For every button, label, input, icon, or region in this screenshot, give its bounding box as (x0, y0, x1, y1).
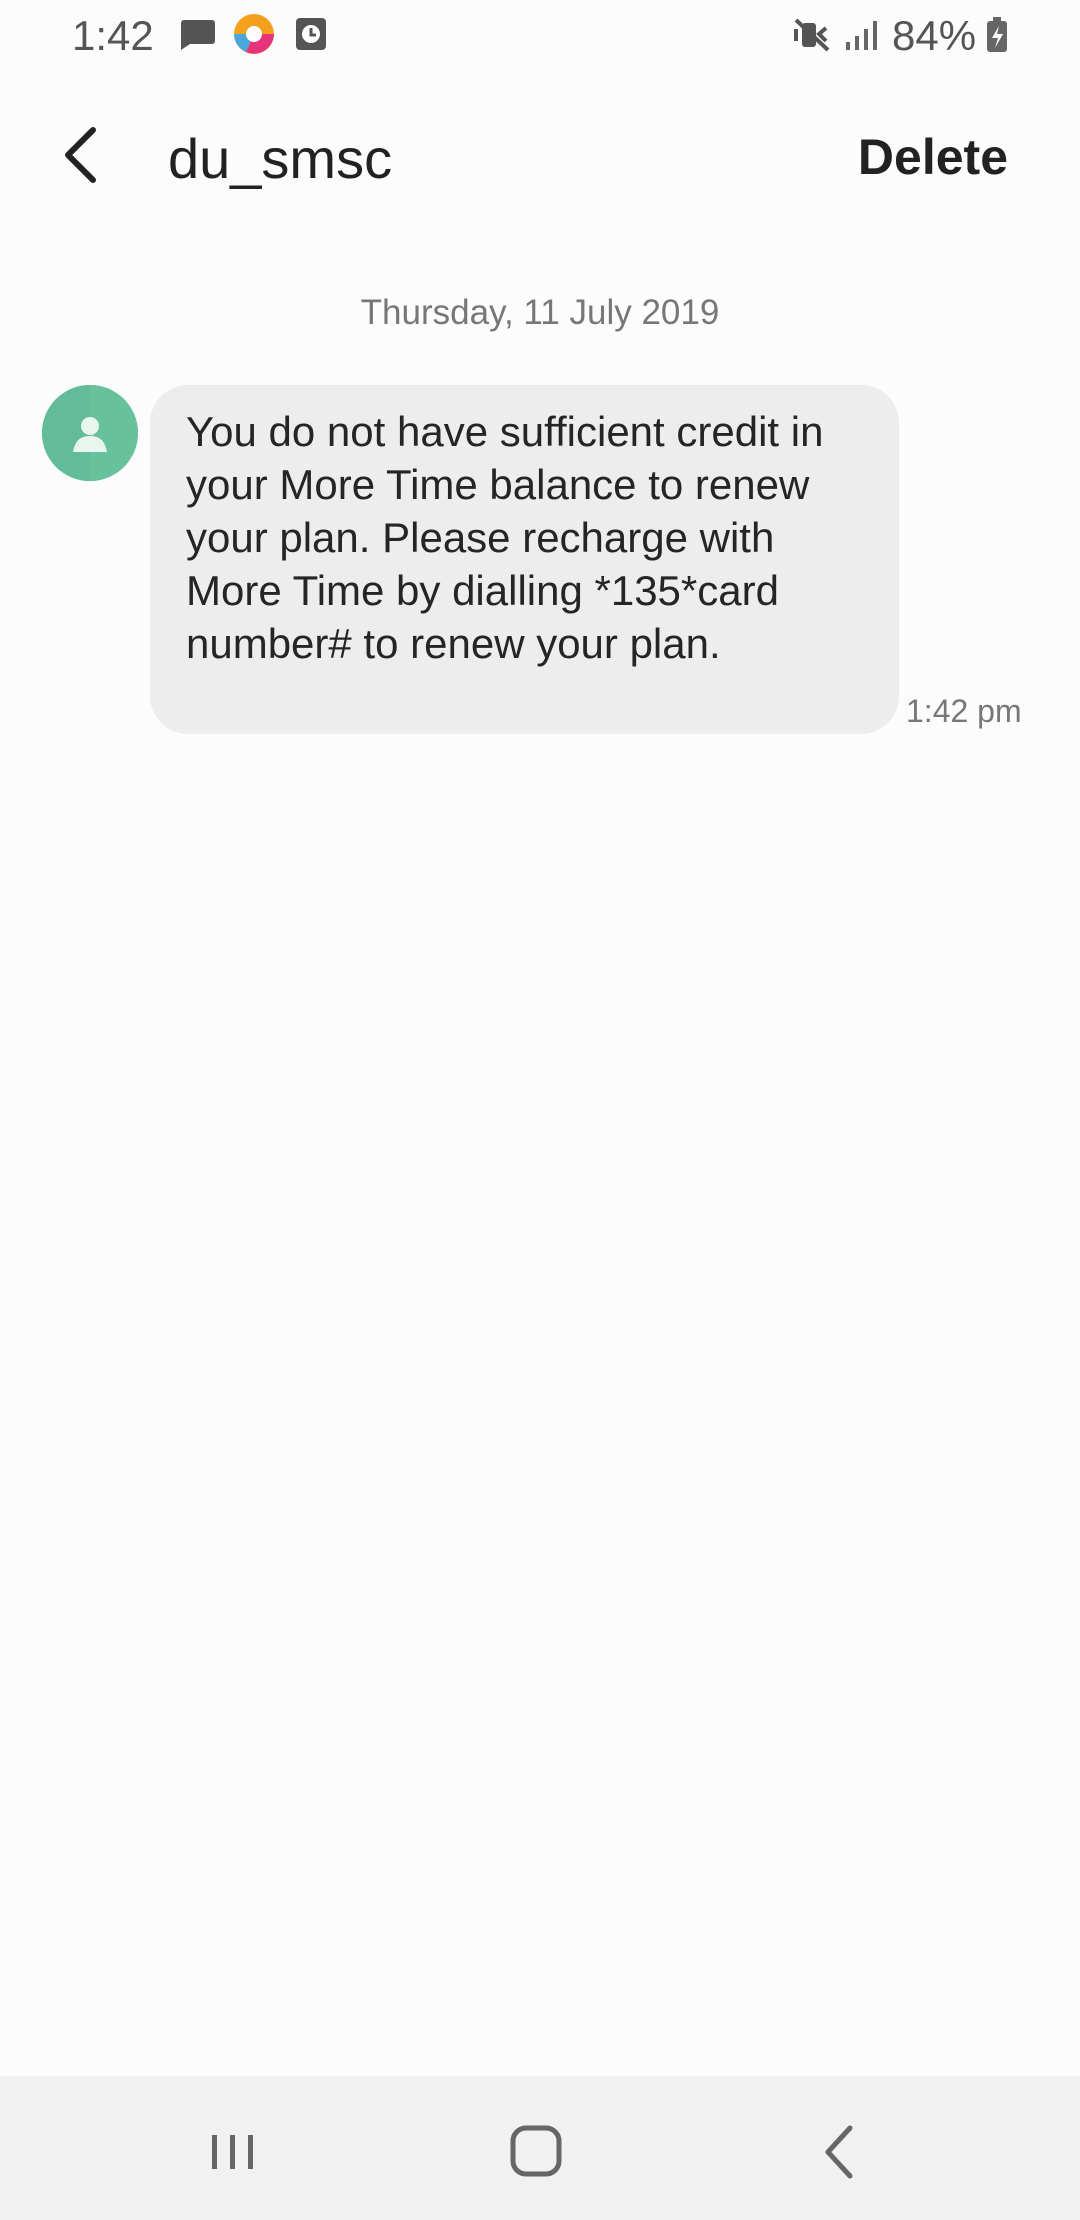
message-notification-icon (181, 20, 215, 50)
conversation-date: Thursday, 11 July 2019 (360, 293, 720, 332)
conversation-header: du_smsc Delete (0, 92, 1080, 222)
back-arrow-icon[interactable] (50, 120, 110, 190)
status-time: 1:42 (72, 12, 154, 59)
message-text: You do not have sufficient credit in you… (186, 408, 824, 667)
delete-button[interactable]: Delete (858, 128, 1008, 186)
incoming-message-bubble[interactable]: You do not have sufficient credit in you… (150, 385, 899, 734)
colorful-app-icon (234, 14, 274, 54)
person-icon (42, 385, 138, 481)
battery-charging-icon (987, 17, 1007, 52)
signal-icon (846, 21, 877, 50)
contact-name: du_smsc (168, 127, 393, 190)
home-icon[interactable] (508, 2116, 564, 2188)
mute-icon (794, 18, 830, 52)
contact-avatar[interactable] (42, 385, 138, 481)
recents-icon[interactable] (208, 2116, 258, 2188)
messages-screen: 1:42 84% du_smsc Delete Thursday, 11 Jul… (0, 0, 1080, 2220)
back-icon[interactable] (816, 2116, 860, 2188)
battery-percentage: 84% (892, 12, 977, 59)
clock-notification-icon (296, 18, 326, 50)
message-time: 1:42 pm (906, 693, 1022, 729)
status-bar: 1:42 84% (0, 0, 1080, 72)
navigation-bar (0, 2076, 1080, 2220)
